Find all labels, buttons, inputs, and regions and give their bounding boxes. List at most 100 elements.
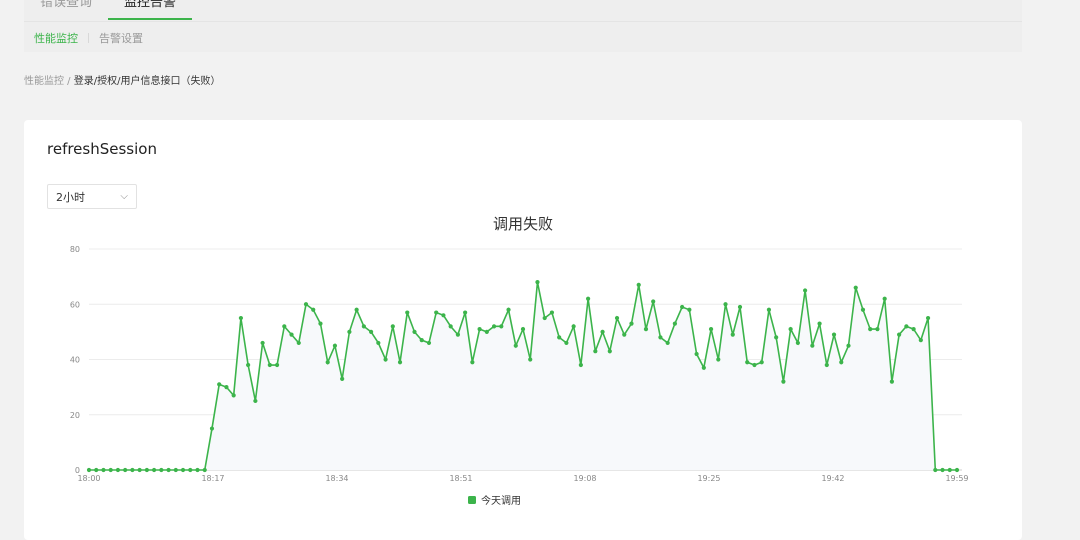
data-point: [593, 349, 598, 354]
data-point: [238, 315, 243, 321]
subtab-alert-settings[interactable]: 告警设置: [89, 30, 153, 46]
data-point: [173, 467, 178, 473]
data-point: [463, 310, 468, 315]
data-point: [795, 340, 800, 346]
data-point: [224, 385, 229, 390]
data-point: [853, 285, 858, 290]
data-point: [441, 313, 446, 318]
data-point: [159, 467, 164, 473]
data-point: [810, 343, 815, 348]
data-point: [586, 296, 591, 301]
data-point: [195, 467, 200, 473]
data-point: [846, 343, 851, 348]
y-tick-label: 80: [70, 245, 80, 254]
data-point: [672, 321, 678, 326]
data-point: [209, 426, 215, 431]
data-point: [202, 467, 207, 473]
data-point: [108, 467, 113, 473]
data-point: [390, 324, 395, 329]
data-point: [101, 467, 106, 473]
data-point: [383, 357, 388, 362]
data-point: [933, 467, 938, 473]
data-point: [260, 340, 265, 346]
data-point: [513, 343, 518, 348]
data-point: [94, 467, 99, 473]
data-point: [470, 360, 475, 365]
x-tick-label: 19:59: [945, 474, 968, 483]
x-tick-label: 19:42: [821, 474, 844, 483]
data-point: [781, 379, 786, 384]
tab-error-query[interactable]: 错误查询: [24, 0, 108, 20]
x-tick-label: 18:34: [325, 474, 348, 483]
data-point: [774, 335, 779, 340]
data-point: [860, 307, 866, 312]
data-point: [708, 327, 714, 332]
data-point: [564, 340, 569, 346]
data-point: [520, 327, 526, 332]
tab-monitoring-alerts[interactable]: 监控告警: [108, 0, 193, 20]
data-point: [499, 324, 504, 329]
data-point: [303, 302, 309, 307]
subtab-performance[interactable]: 性能监控: [24, 30, 88, 46]
x-tick-label: 19:08: [573, 474, 596, 483]
data-point: [600, 329, 605, 334]
data-point: [882, 296, 887, 301]
data-point: [180, 467, 186, 473]
line-chart: 02040608018:00 18:17 18:34 18:51 19:08 19:25 1…: [70, 245, 969, 507]
data-point: [217, 382, 222, 387]
data-point: [152, 467, 157, 473]
data-point: [137, 467, 142, 473]
data-point: [701, 365, 706, 370]
data-point: [557, 335, 562, 340]
data-point: [376, 340, 381, 346]
data-point: [694, 351, 699, 357]
data-point: [311, 307, 316, 312]
data-point: [904, 324, 909, 329]
data-point: [622, 332, 627, 337]
breadcrumb-root[interactable]: 性能监控 /: [24, 76, 71, 87]
data-point: [289, 332, 294, 337]
data-point: [274, 362, 280, 368]
data-point: [607, 349, 612, 354]
data-point: [332, 343, 338, 348]
data-point: [115, 467, 121, 473]
data-point: [361, 324, 366, 329]
data-point: [571, 324, 576, 329]
data-point: [412, 329, 417, 334]
data-point: [448, 324, 453, 329]
data-point: [831, 332, 837, 337]
data-point: [535, 280, 540, 285]
data-point: [629, 321, 634, 326]
x-tick-label: 19:25: [697, 474, 720, 483]
y-tick-label: 20: [70, 411, 80, 420]
data-point: [188, 467, 193, 473]
data-point: [455, 332, 460, 337]
data-point: [426, 340, 432, 346]
x-tick-label: 18:51: [449, 474, 472, 483]
data-point: [947, 467, 952, 473]
data-point: [954, 467, 960, 473]
data-point: [759, 360, 764, 365]
data-point: [658, 335, 663, 340]
data-point: [651, 299, 656, 304]
data-point: [354, 307, 359, 312]
y-tick-label: 40: [70, 356, 80, 365]
data-point: [282, 324, 287, 329]
data-point: [397, 360, 403, 365]
data-point: [803, 288, 808, 293]
data-point: [918, 338, 923, 343]
data-point: [766, 307, 772, 312]
data-point: [434, 310, 439, 315]
main-tabs: 错误查询 监控告警: [24, 0, 193, 20]
data-point: [491, 324, 497, 329]
data-point: [730, 332, 735, 337]
data-point: [477, 327, 482, 332]
data-point: [839, 360, 844, 365]
data-point: [86, 467, 92, 473]
data-point: [578, 362, 583, 368]
data-point: [130, 467, 135, 473]
top-navigation: 错误查询 监控告警 性能监控 告警设置: [24, 0, 1022, 52]
data-point: [716, 357, 721, 362]
data-point: [940, 467, 945, 473]
y-tick-label: 60: [70, 300, 80, 309]
